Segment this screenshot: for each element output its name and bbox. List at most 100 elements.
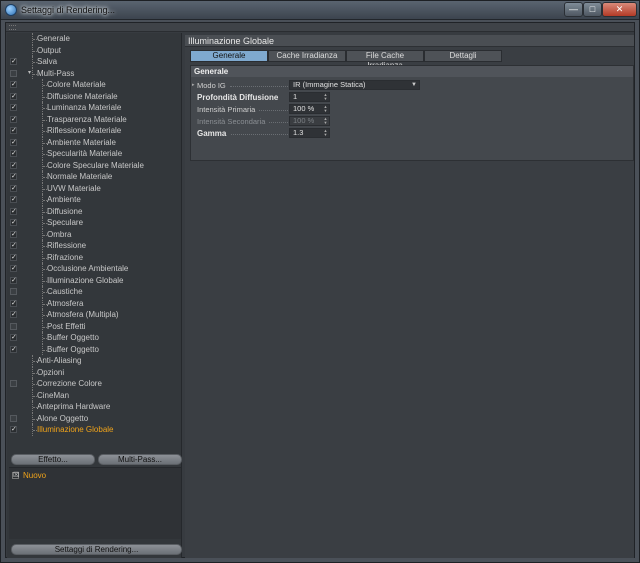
tree-item[interactable]: Opzioni <box>7 366 182 378</box>
checkbox-unchecked-icon[interactable] <box>10 380 17 387</box>
tree-item[interactable]: ✓ Colore Speculare Materiale <box>7 159 182 171</box>
tree-item-label: Buffer Oggetto <box>47 333 99 342</box>
checkbox-unchecked-icon[interactable] <box>10 322 17 330</box>
param-profondita-diffusione: Profondità Diffusione 1 ▲ ▼ <box>197 92 627 103</box>
tree-item[interactable]: Post Effetti <box>7 320 182 332</box>
checkbox-checked-icon[interactable]: ✓ <box>10 104 17 111</box>
checkbox-checked-icon[interactable]: ✓ <box>10 345 17 353</box>
panel-title: Illuminazione Globale <box>185 35 634 47</box>
checkbox-checked-icon[interactable]: ✓ <box>10 219 17 226</box>
tree-item[interactable]: ✓ Illuminazione Globale <box>7 274 182 286</box>
tree-item[interactable]: ▾ Multi-Pass <box>7 67 182 80</box>
modo-ig-dropdown[interactable]: IR (Immagine Statica) ▼ <box>289 80 420 90</box>
minimize-button[interactable]: — <box>564 2 583 17</box>
checkbox-checked-icon[interactable]: ✓ <box>10 207 17 215</box>
tree-connector <box>42 309 47 321</box>
title-bar[interactable]: Settaggi di Rendering... — □ ✕ <box>1 1 639 20</box>
tree-item[interactable]: ✓ Colore Materiale <box>7 79 182 91</box>
preset-checkbox-icon[interactable]: ☒ <box>12 472 19 479</box>
tree-item[interactable]: ✓ Diffusione <box>7 205 182 217</box>
intensita-primaria-stepper[interactable]: 100 % ▲ ▼ <box>289 104 330 114</box>
tree-item[interactable]: ✓ Normale Materiale <box>7 171 182 183</box>
tree-item[interactable]: ✓ Ambiente Materiale <box>7 136 182 148</box>
multi-pass-button[interactable]: Multi-Pass... <box>98 454 182 465</box>
profondita-stepper[interactable]: 1 ▲ ▼ <box>289 92 330 102</box>
tree-item[interactable]: Correzione Colore <box>7 378 182 390</box>
spinner-arrows-icon[interactable]: ▲ ▼ <box>323 129 328 137</box>
checkbox-checked-icon[interactable]: ✓ <box>10 173 17 180</box>
effetto-button[interactable]: Effetto... <box>11 454 95 465</box>
checkbox-checked-icon[interactable]: ✓ <box>10 127 17 134</box>
maximize-button[interactable]: □ <box>583 2 602 17</box>
tab-cache-irradianza[interactable]: Cache Irradianza <box>268 50 346 62</box>
tree-item[interactable]: ✓ Trasparenza Materiale <box>7 113 182 125</box>
checkbox-checked-icon[interactable]: ✓ <box>10 58 17 65</box>
checkbox-checked-icon[interactable]: ✓ <box>10 334 17 341</box>
tree-item[interactable]: ✓ UVW Materiale <box>7 182 182 194</box>
tree-item-label: Buffer Oggetto <box>47 344 99 354</box>
checkbox-unchecked-icon[interactable] <box>10 288 17 295</box>
checkbox-checked-icon[interactable]: ✓ <box>10 426 17 433</box>
tree-item[interactable]: ✓ Salva <box>7 56 182 68</box>
checkbox-checked-icon[interactable]: ✓ <box>10 150 17 157</box>
tree-item[interactable]: ✓ Buffer Oggetto <box>7 332 182 344</box>
checkbox-checked-icon[interactable]: ✓ <box>10 253 17 261</box>
tree-connector <box>32 44 37 56</box>
checkbox-checked-icon[interactable]: ✓ <box>10 265 17 272</box>
tree-item[interactable]: ✓ Riflessione Materiale <box>7 125 182 137</box>
checkbox-checked-icon[interactable]: ✓ <box>10 138 17 146</box>
toolbar-strip <box>6 23 634 32</box>
tree-item[interactable]: ✓ Buffer Oggetto <box>7 343 182 355</box>
tree-item[interactable]: ✓ Riflessione <box>7 240 182 252</box>
tree-item[interactable]: Anti-Aliasing <box>7 355 182 367</box>
tree-item[interactable]: Output <box>7 44 182 56</box>
tree-item[interactable]: ✓ Illuminazione Globale <box>7 424 182 436</box>
animate-arrow-icon[interactable]: ▸ <box>192 80 195 91</box>
leader-dots <box>269 122 288 123</box>
checkbox-unchecked-icon[interactable] <box>10 69 17 77</box>
checkbox-checked-icon[interactable]: ✓ <box>10 196 17 203</box>
tab-dettagli[interactable]: Dettagli <box>424 50 502 62</box>
tree-connector <box>42 297 47 309</box>
checkbox-checked-icon[interactable]: ✓ <box>10 311 17 318</box>
spinner-arrows-icon[interactable]: ▲ ▼ <box>323 105 328 113</box>
tree-item[interactable]: ✓ Occlusione Ambientale <box>7 263 182 275</box>
tree-item-label: Ombra <box>47 229 72 239</box>
checkbox-checked-icon[interactable]: ✓ <box>10 115 17 123</box>
tree-item[interactable]: Generale <box>7 33 182 45</box>
tree-item[interactable]: ✓ Luminanza Materiale <box>7 102 182 114</box>
checkbox-checked-icon[interactable]: ✓ <box>10 184 17 192</box>
tree-item[interactable]: ✓ Rifrazione <box>7 251 182 263</box>
tree-item[interactable]: ✓ Ombra <box>7 228 182 240</box>
checkbox-checked-icon[interactable]: ✓ <box>10 92 17 100</box>
checkbox-checked-icon[interactable]: ✓ <box>10 276 17 284</box>
spinner-arrows-icon[interactable]: ▲ ▼ <box>323 93 328 101</box>
checkbox-unchecked-icon[interactable] <box>10 414 17 422</box>
checkbox-checked-icon[interactable]: ✓ <box>10 230 17 238</box>
checkbox-checked-icon[interactable]: ✓ <box>10 299 17 307</box>
tree-item[interactable]: CineMan <box>7 389 182 401</box>
tree-item[interactable]: ✓ Diffusione Materiale <box>7 90 182 102</box>
grip-handle-icon[interactable] <box>9 25 16 30</box>
tree-connector <box>42 274 47 286</box>
tree-item[interactable]: ✓ Atmosfera <box>7 297 182 309</box>
checkbox-checked-icon[interactable]: ✓ <box>10 161 17 169</box>
tree-item[interactable]: Anteprima Hardware <box>7 401 182 413</box>
tree-item[interactable]: ✓ Atmosfera (Multipla) <box>7 309 182 321</box>
checkbox-checked-icon[interactable]: ✓ <box>10 81 17 88</box>
checkbox-checked-icon[interactable]: ✓ <box>10 242 17 249</box>
tab-file-cache-irradianza[interactable]: File Cache Irradianza <box>346 50 424 70</box>
close-button[interactable]: ✕ <box>602 2 637 17</box>
tree-item[interactable]: ✓ Specularità Materiale <box>7 148 182 160</box>
expand-triangle-icon[interactable]: ▾ <box>28 68 31 80</box>
tree-item[interactable]: ✓ Speculare <box>7 217 182 229</box>
tab-generale[interactable]: Generale <box>190 50 268 62</box>
gamma-stepper[interactable]: 1.3 ▲ ▼ <box>289 128 330 138</box>
tree-item-label: Illuminazione Globale <box>47 275 124 285</box>
tree-connector <box>42 102 47 114</box>
tree-item[interactable]: ✓ Ambiente <box>7 194 182 206</box>
render-settings-button[interactable]: Settaggi di Rendering... <box>11 544 182 555</box>
tree-item-label: Atmosfera <box>47 298 84 308</box>
tree-item[interactable]: Caustiche <box>7 286 182 298</box>
tree-item[interactable]: Alone Oggetto <box>7 412 182 424</box>
